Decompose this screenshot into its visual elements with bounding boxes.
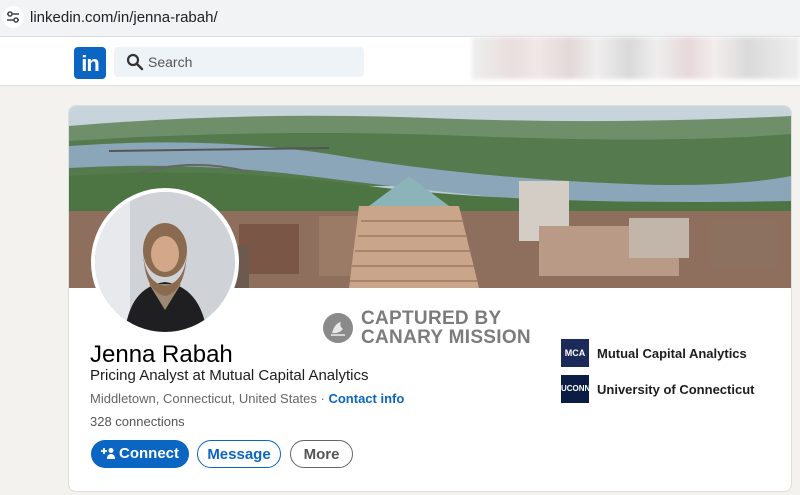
url-text[interactable]: linkedin.com/in/jenna-rabah/ xyxy=(30,9,218,26)
site-settings-button[interactable] xyxy=(2,6,24,28)
canary-mission-watermark: CAPTURED BY CANARY MISSION xyxy=(323,309,533,353)
search-input[interactable] xyxy=(148,47,358,77)
watermark-line-1: CAPTURED BY xyxy=(361,308,502,329)
mca-logo: MCA xyxy=(561,339,589,367)
watermark-text: CAPTURED BY CANARY MISSION xyxy=(361,309,531,347)
canary-mission-logo xyxy=(323,313,353,343)
org-name: University of Connecticut xyxy=(597,382,755,397)
add-person-icon xyxy=(101,448,115,459)
connect-button[interactable]: Connect xyxy=(91,440,189,468)
tune-icon xyxy=(7,11,19,23)
profile-name: Jenna Rabah xyxy=(90,341,233,368)
search-box[interactable] xyxy=(114,47,364,77)
org-name: Mutual Capital Analytics xyxy=(597,346,747,361)
uconn-logo: UCONN xyxy=(561,375,590,403)
connections-count[interactable]: 328 connections xyxy=(90,414,185,429)
more-button[interactable]: More xyxy=(290,440,353,468)
profile-headline: Pricing Analyst at Mutual Capital Analyt… xyxy=(90,367,369,384)
browser-address-bar: linkedin.com/in/jenna-rabah/ xyxy=(0,0,800,37)
avatar xyxy=(95,192,235,332)
linkedin-logo[interactable]: in xyxy=(74,47,106,79)
message-button[interactable]: Message xyxy=(197,440,281,468)
profile-card: CAPTURED BY CANARY MISSION Jenna Rabah P… xyxy=(68,105,792,492)
search-icon xyxy=(126,53,144,71)
profile-photo[interactable] xyxy=(91,188,239,336)
profile-location: Middletown, Connecticut, United States xyxy=(90,391,317,406)
connect-label: Connect xyxy=(119,445,179,462)
separator: · xyxy=(316,391,329,406)
contact-info-link[interactable]: Contact info xyxy=(328,391,404,406)
blurred-nav-icons xyxy=(472,37,800,79)
location-row: Middletown, Connecticut, United States ·… xyxy=(90,391,404,406)
watermark-line-2: CANARY MISSION xyxy=(361,327,531,348)
